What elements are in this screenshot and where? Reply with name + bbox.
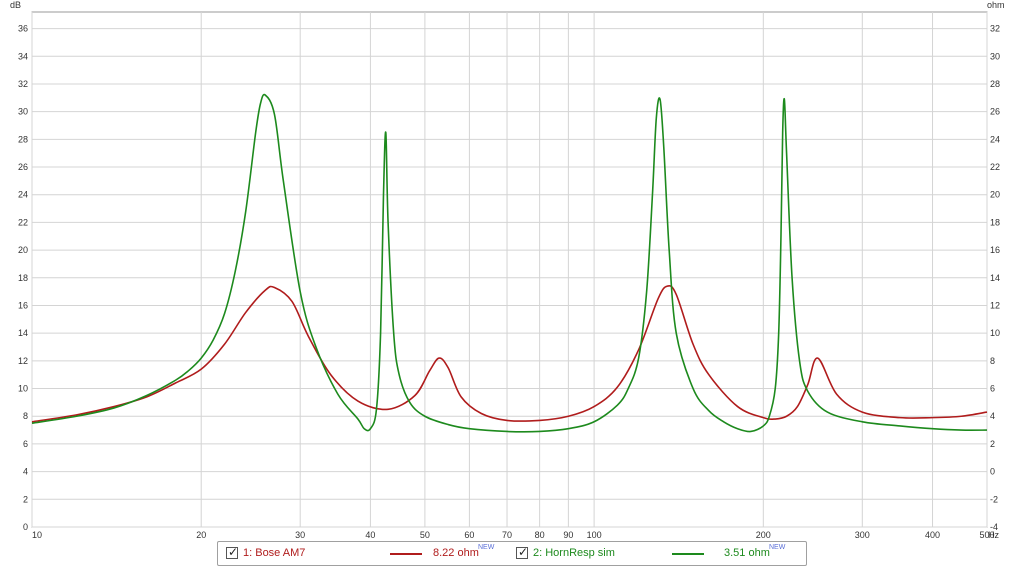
legend: ✓ 1: Bose AM7 8.22 ohm NEW ✓ 2: HornResp… xyxy=(217,541,807,566)
y-left-tick-label: 32 xyxy=(18,79,28,89)
checkmark-icon: ✓ xyxy=(518,545,529,559)
y-right-tick-label: 16 xyxy=(990,245,1000,255)
y-left-tick-label: 4 xyxy=(23,467,28,477)
y-right-tick-label: 6 xyxy=(990,384,995,394)
y-left-tick-label: 24 xyxy=(18,190,28,200)
y-right-tick-label: 20 xyxy=(990,190,1000,200)
series-2-checkbox[interactable]: ✓ xyxy=(516,545,529,559)
checkmark-icon: ✓ xyxy=(228,545,239,559)
y-right-tick-label: 4 xyxy=(990,411,995,421)
x-tick-label: 200 xyxy=(756,530,771,540)
x-tick-label: 20 xyxy=(196,530,206,540)
y-right-tick-label: 10 xyxy=(990,328,1000,338)
x-tick-label: 400 xyxy=(925,530,940,540)
y-left-tick-label: 2 xyxy=(23,494,28,504)
y-left-tick-label: 12 xyxy=(18,356,28,366)
series-2-name: 2: HornResp sim xyxy=(533,547,615,559)
x-tick-label: 80 xyxy=(535,530,545,540)
series-2-swatch xyxy=(672,553,704,555)
y-right-tick-label: 28 xyxy=(990,79,1000,89)
y-left-tick-label: 28 xyxy=(18,134,28,144)
x-axis-unit: Hz xyxy=(988,530,999,540)
series-1-swatch xyxy=(390,553,422,555)
y-left-tick-label: 8 xyxy=(23,411,28,421)
y-right-tick-label: 22 xyxy=(990,162,1000,172)
y-right-tick-label: 8 xyxy=(990,356,995,366)
y-right-tick-label: 18 xyxy=(990,217,1000,227)
series-1-name: 1: Bose AM7 xyxy=(243,547,306,559)
x-tick-label: 50 xyxy=(420,530,430,540)
y-left-tick-label: 26 xyxy=(18,162,28,172)
y-left-tick-label: 0 xyxy=(23,522,28,532)
plot-area xyxy=(31,11,988,528)
x-tick-label: 60 xyxy=(464,530,474,540)
y-left-tick-label: 36 xyxy=(18,24,28,34)
y-right-tick-label: 26 xyxy=(990,107,1000,117)
y-left-tick-label: 34 xyxy=(18,51,28,61)
y-left-tick-label: 16 xyxy=(18,300,28,310)
y-right-tick-label: 24 xyxy=(990,134,1000,144)
y-right-tick-label: 12 xyxy=(990,300,1000,310)
x-tick-label: 10 xyxy=(32,530,42,540)
series-1-new-badge: NEW xyxy=(478,544,495,551)
right-axis-unit: ohm xyxy=(987,0,1005,10)
series-2-new-badge: NEW xyxy=(769,544,786,551)
series-1-value: 8.22 ohm xyxy=(433,547,479,559)
series-2-value: 3.51 ohm xyxy=(724,547,770,559)
x-tick-label: 300 xyxy=(855,530,870,540)
y-left-tick-label: 30 xyxy=(18,107,28,117)
y-right-tick-label: -2 xyxy=(990,494,998,504)
y-right-tick-label: 0 xyxy=(990,467,995,477)
y-left-tick-label: 10 xyxy=(18,384,28,394)
x-tick-label: 40 xyxy=(365,530,375,540)
y-right-tick-label: 32 xyxy=(990,24,1000,34)
x-tick-label: 30 xyxy=(295,530,305,540)
y-left-tick-label: 20 xyxy=(18,245,28,255)
y-left-tick-label: 18 xyxy=(18,273,28,283)
y-left-tick-label: 6 xyxy=(23,439,28,449)
y-left-tick-label: 22 xyxy=(18,217,28,227)
y-left-tick-label: 14 xyxy=(18,328,28,338)
y-right-tick-label: 2 xyxy=(990,439,995,449)
series-1-checkbox[interactable]: ✓ xyxy=(226,545,239,559)
y-right-tick-label: 30 xyxy=(990,51,1000,61)
x-tick-label: 100 xyxy=(587,530,602,540)
impedance-chart: 024681012141618202224262830323436-4-2024… xyxy=(10,0,1005,540)
x-tick-label: 90 xyxy=(563,530,573,540)
left-axis-unit: dB xyxy=(10,0,21,10)
y-right-tick-label: 14 xyxy=(990,273,1000,283)
x-tick-label: 70 xyxy=(502,530,512,540)
